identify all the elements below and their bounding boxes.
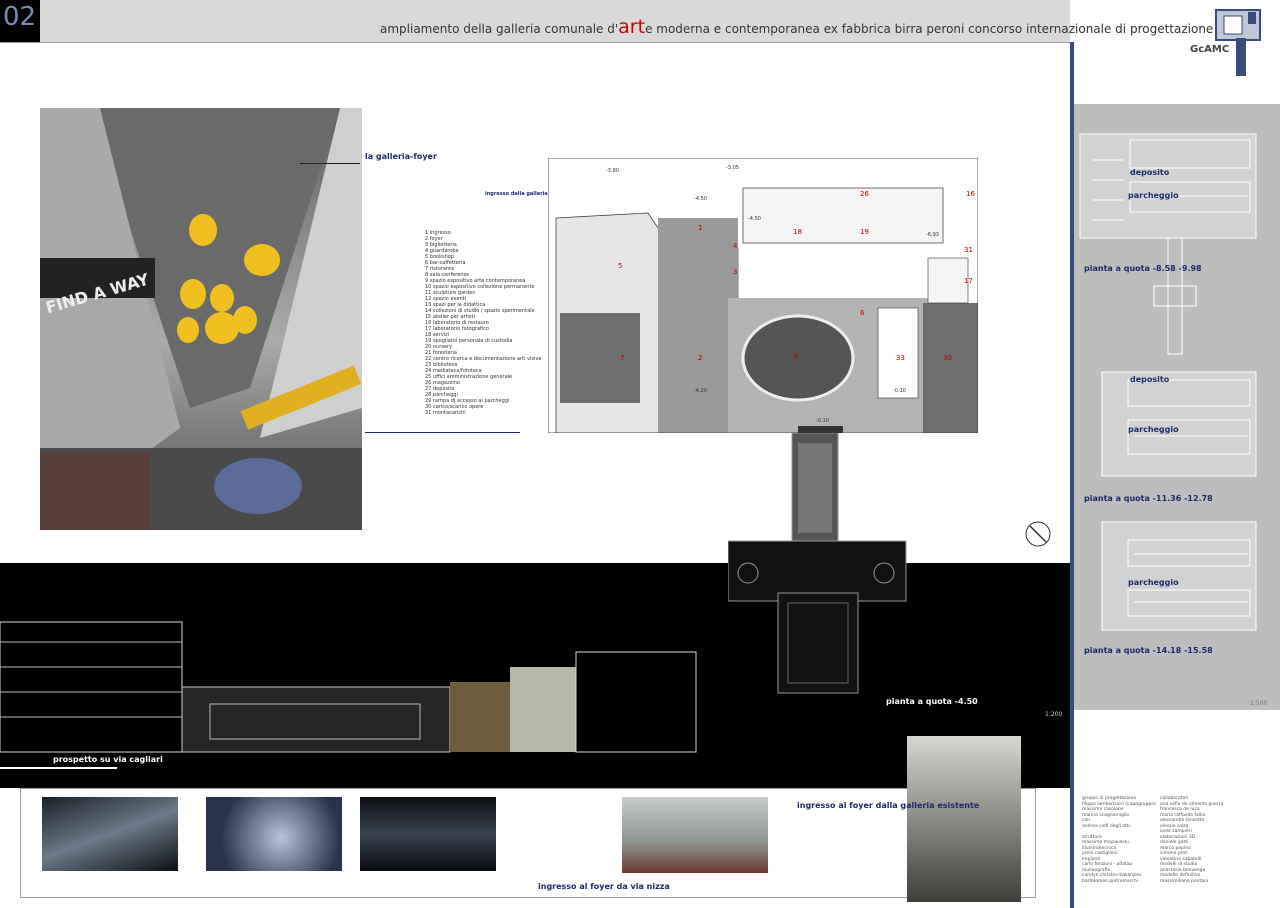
elevation-underline — [0, 767, 117, 769]
plan-room: 18 — [793, 228, 802, 236]
scale-right: 1:500 — [1250, 700, 1268, 707]
underground-plan — [728, 433, 907, 694]
foyer-render: FIND A WAY — [40, 108, 362, 530]
gcamc-logo — [1215, 9, 1261, 76]
logo-text: GcAMC — [1190, 44, 1230, 55]
foyer-label: la galleria-foyer — [365, 152, 437, 161]
parking-plan-1 — [1079, 133, 1257, 239]
parking-label-1: parcheggio — [1128, 191, 1179, 200]
render-thumb-4 — [622, 797, 768, 873]
parking-ramp-drawing — [1153, 238, 1197, 355]
plan-room: 8 — [794, 352, 798, 360]
plan-room: 2 — [698, 354, 702, 362]
caption-existing: ingresso al foyer dalla galleria esisten… — [797, 801, 980, 810]
floor-plan: 1 2 3 4 5 6 7 8 16 17 18 19 26 31 33 30 … — [548, 158, 978, 433]
level-label-2: pianta a quota -11.36 -12.78 — [1084, 494, 1213, 503]
plan-level: -4.20 — [694, 388, 707, 394]
elevation-label: prospetto su via cagliari — [53, 755, 163, 764]
title-highlight: art — [618, 16, 646, 38]
scale-main: 1:200 — [1045, 711, 1063, 718]
plan-room: 26 — [860, 190, 869, 198]
page-title: ampliamento della galleria comunale d'ar… — [380, 16, 1213, 38]
render-thumb-3 — [360, 797, 496, 871]
render-thumb-5 — [907, 736, 1021, 902]
plan-room: 1 — [698, 224, 702, 232]
credit-line: bartolomeo pietromarchi — [1082, 878, 1138, 884]
deposit-label-2: deposito — [1130, 375, 1170, 384]
credits-left: gruppo di progettazione filippo lambertu… — [1082, 796, 1156, 884]
plan-room: 7 — [620, 354, 624, 362]
foyer-render-art — [40, 108, 362, 530]
plan-room: 5 — [618, 262, 622, 270]
credit-line: massimiliano pantani — [1160, 878, 1209, 884]
title-after: e moderna e contemporanea ex fabbrica bi… — [645, 22, 1214, 36]
plan-level-label: pianta a quota -4.50 — [886, 697, 978, 706]
plan-level: -0.10 — [893, 388, 906, 394]
street-elevation — [0, 621, 697, 753]
plan-level: -4.50 — [748, 216, 761, 222]
parking-label-2: parcheggio — [1128, 425, 1179, 434]
legend-underline — [365, 432, 520, 433]
plan-room: 6 — [860, 309, 865, 317]
plan-room: 33 — [896, 354, 905, 362]
legend-item: 31 montacarichi — [425, 410, 466, 416]
sheet-number: 02 — [0, 0, 40, 42]
parking-label-3: parcheggio — [1128, 578, 1179, 587]
entrance-label: ingresso della galleria — [485, 191, 548, 197]
plan-room: 30 — [943, 354, 952, 362]
level-label-1: pianta a quota -8.58 -9.98 — [1084, 264, 1202, 273]
title-before: ampliamento della galleria comunale d' — [380, 22, 619, 36]
plan-level: -3.80 — [606, 168, 619, 174]
foyer-label-line — [300, 163, 360, 164]
plan-level: -0.10 — [816, 418, 829, 424]
plan-level: -3.05 — [726, 165, 739, 171]
plan-room: 4 — [733, 242, 738, 250]
render-thumb-1 — [42, 797, 178, 871]
room-legend: 1 ingresso 2 foyer 3 biglietteria 4 guar… — [425, 230, 541, 416]
plan-room: 31 — [964, 246, 973, 254]
plan-room: 19 — [860, 228, 869, 236]
level-label-3: pianta a quota -14.18 -15.58 — [1084, 646, 1213, 655]
header-divider — [0, 42, 1070, 43]
caption-nizza: ingresso al foyer da via nizza — [538, 882, 670, 891]
render-thumb-2 — [206, 797, 342, 871]
deposit-label-1: deposito — [1130, 168, 1170, 177]
plan-level: -6.93 — [926, 232, 939, 238]
plan-level: -4.50 — [694, 196, 707, 202]
plan-room: 16 — [966, 190, 975, 198]
credits-right: collaboratori ana sofia de almeida guerr… — [1160, 796, 1223, 884]
north-arrow-icon — [1025, 521, 1051, 547]
plan-room: 17 — [964, 277, 973, 285]
plan-room: 3 — [733, 268, 737, 276]
